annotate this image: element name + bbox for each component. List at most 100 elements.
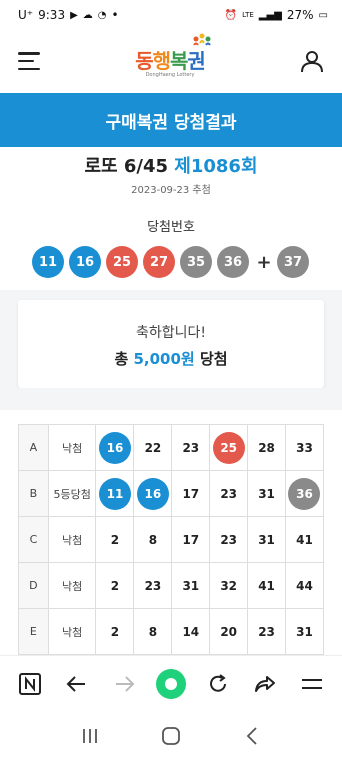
ticket-number: 17 <box>182 532 200 547</box>
ticket-number-cell: 11 <box>95 470 135 517</box>
ticket-number-cell: 41 <box>247 562 286 609</box>
ticket-row-label: D <box>18 562 49 609</box>
ticket-row: B 5등당첨 11 16 17 23 31 36 <box>18 470 325 517</box>
ticket-row-result: 낙첨 <box>47 562 97 609</box>
draw-date: 2023-09-23 추첨 <box>131 185 211 196</box>
ticket-number: 17 <box>182 486 200 501</box>
ticket-number-cell: 8 <box>133 516 173 563</box>
ticket-number-cell: 44 <box>284 562 325 609</box>
back-arrow-icon[interactable] <box>60 667 94 701</box>
battery-icon: ▭ <box>318 9 328 21</box>
matched-number-ball: 16 <box>98 431 131 464</box>
more-menu-icon[interactable] <box>295 667 329 701</box>
page-title-banner: 구매복권 당첨결과 <box>0 93 342 147</box>
battery-level: 27% <box>286 8 314 22</box>
page-title: 구매복권 당첨결과 <box>105 112 237 133</box>
ticket-number: 41 <box>296 532 313 547</box>
ticket-row: D 낙첨 2 23 31 32 41 44 <box>18 562 325 609</box>
ticket-number-cell: 8 <box>133 608 173 655</box>
winning-ball: 11 <box>32 246 64 278</box>
ticket-number-cell: 41 <box>284 516 325 563</box>
ticket-number-cell: 23 <box>209 470 249 517</box>
system-back-icon[interactable] <box>237 721 267 751</box>
ticket-number-cell: 17 <box>171 470 211 517</box>
matched-number-ball: 11 <box>98 477 131 510</box>
ticket-number: 31 <box>258 532 275 547</box>
ticket-number-cell: 25 <box>209 424 249 471</box>
winning-ball: 25 <box>106 246 138 278</box>
winning-numbers-label: 당첨번호 <box>147 220 195 235</box>
ticket-number-cell: 2 <box>95 562 135 609</box>
ticket-number: 31 <box>296 624 313 639</box>
share-icon[interactable] <box>248 667 282 701</box>
ticket-number: 44 <box>296 578 313 593</box>
ticket-number: 23 <box>144 578 162 593</box>
ticket-number: 8 <box>148 624 158 639</box>
ticket-number-cell: 22 <box>133 424 173 471</box>
ticket-row-label: A <box>18 424 49 471</box>
ticket-row-label: C <box>18 516 49 563</box>
home-icon[interactable] <box>156 721 186 751</box>
ticket-number: 31 <box>182 578 200 593</box>
recent-apps-icon[interactable] <box>75 721 105 751</box>
ticket-number: 2 <box>110 532 120 547</box>
refresh-icon[interactable] <box>201 667 235 701</box>
ticket-number-cell: 2 <box>95 608 135 655</box>
user-icon[interactable] <box>300 49 324 73</box>
ticket-number: 41 <box>258 578 275 593</box>
app-logo[interactable]: 동행복권 DongHaeng Lottery <box>135 33 211 78</box>
winning-ball: 36 <box>217 246 249 278</box>
ticket-number-cell: 20 <box>209 608 249 655</box>
more-notifications-dot: • <box>111 8 119 22</box>
plus-sign: + <box>256 251 272 273</box>
game-name: 로또 6/45 <box>84 156 169 177</box>
ticket-number-cell: 32 <box>209 562 249 609</box>
home-green-icon[interactable] <box>154 667 188 701</box>
ticket-number: 23 <box>220 486 238 501</box>
ticket-row-result: 5등당첨 <box>47 470 97 517</box>
ticket-number: 23 <box>182 440 200 455</box>
ticket-number: 23 <box>220 532 238 547</box>
menu-icon[interactable] <box>18 52 40 70</box>
ticket-number-cell: 36 <box>284 470 325 517</box>
ticket-row-result: 낙첨 <box>47 424 97 471</box>
draw-title: 로또 6/45 제1086회 <box>0 152 342 178</box>
ticket-row-label: E <box>18 608 49 655</box>
ticket-row: C 낙첨 2 8 17 23 31 41 <box>18 516 325 563</box>
ticket-row: A 낙첨 16 22 23 25 28 33 <box>18 424 325 471</box>
ticket-number: 2 <box>110 578 120 593</box>
ticket-number-cell: 23 <box>133 562 173 609</box>
signal-icon: ▂▄▆ <box>258 9 282 21</box>
prize-amount: 5,000원 <box>133 350 195 368</box>
carrier-label: U⁺ <box>18 8 34 22</box>
logo-subtitle: DongHaeng Lottery <box>145 71 195 78</box>
ticket-number: 22 <box>144 440 162 455</box>
clock: 9:33 <box>38 8 66 22</box>
ticket-row-result: 낙첨 <box>47 608 97 655</box>
ticket-row: E 낙첨 2 8 14 20 23 31 <box>18 608 325 655</box>
alarm-icon: ⏰ <box>224 9 238 21</box>
ticket-number-cell: 16 <box>95 424 135 471</box>
app-notification-icon: ◔ <box>97 9 107 21</box>
ticket-number: 2 <box>110 624 120 639</box>
ticket-number-cell: 14 <box>171 608 211 655</box>
ticket-number: 28 <box>258 440 275 455</box>
ticket-number-cell: 23 <box>209 516 249 563</box>
winning-numbers: 11 16 25 27 35 36 + 37 <box>32 246 314 278</box>
ticket-number-cell: 33 <box>284 424 325 471</box>
ticket-number-cell: 23 <box>247 608 286 655</box>
result-card: 축하합니다! 총 5,000원 당첨 <box>18 300 324 388</box>
ticket-number-cell: 31 <box>284 608 325 655</box>
ticket-number-cell: 31 <box>247 516 286 563</box>
ticket-number: 32 <box>220 578 238 593</box>
status-bar: U⁺ 9:33 ▶ ☁ ◔ • ⏰ LTE ▂▄▆ 27% ▭ <box>0 0 342 30</box>
winning-ball: 27 <box>143 246 175 278</box>
ticket-number-cell: 16 <box>133 470 173 517</box>
section-gap <box>0 388 342 408</box>
naver-icon[interactable] <box>13 667 47 701</box>
winning-ball: 16 <box>69 246 101 278</box>
forward-arrow-icon[interactable] <box>107 667 141 701</box>
youtube-icon: ▶ <box>70 9 78 21</box>
prize-summary: 총 5,000원 당첨 <box>114 350 228 368</box>
system-nav-bar <box>0 711 342 760</box>
